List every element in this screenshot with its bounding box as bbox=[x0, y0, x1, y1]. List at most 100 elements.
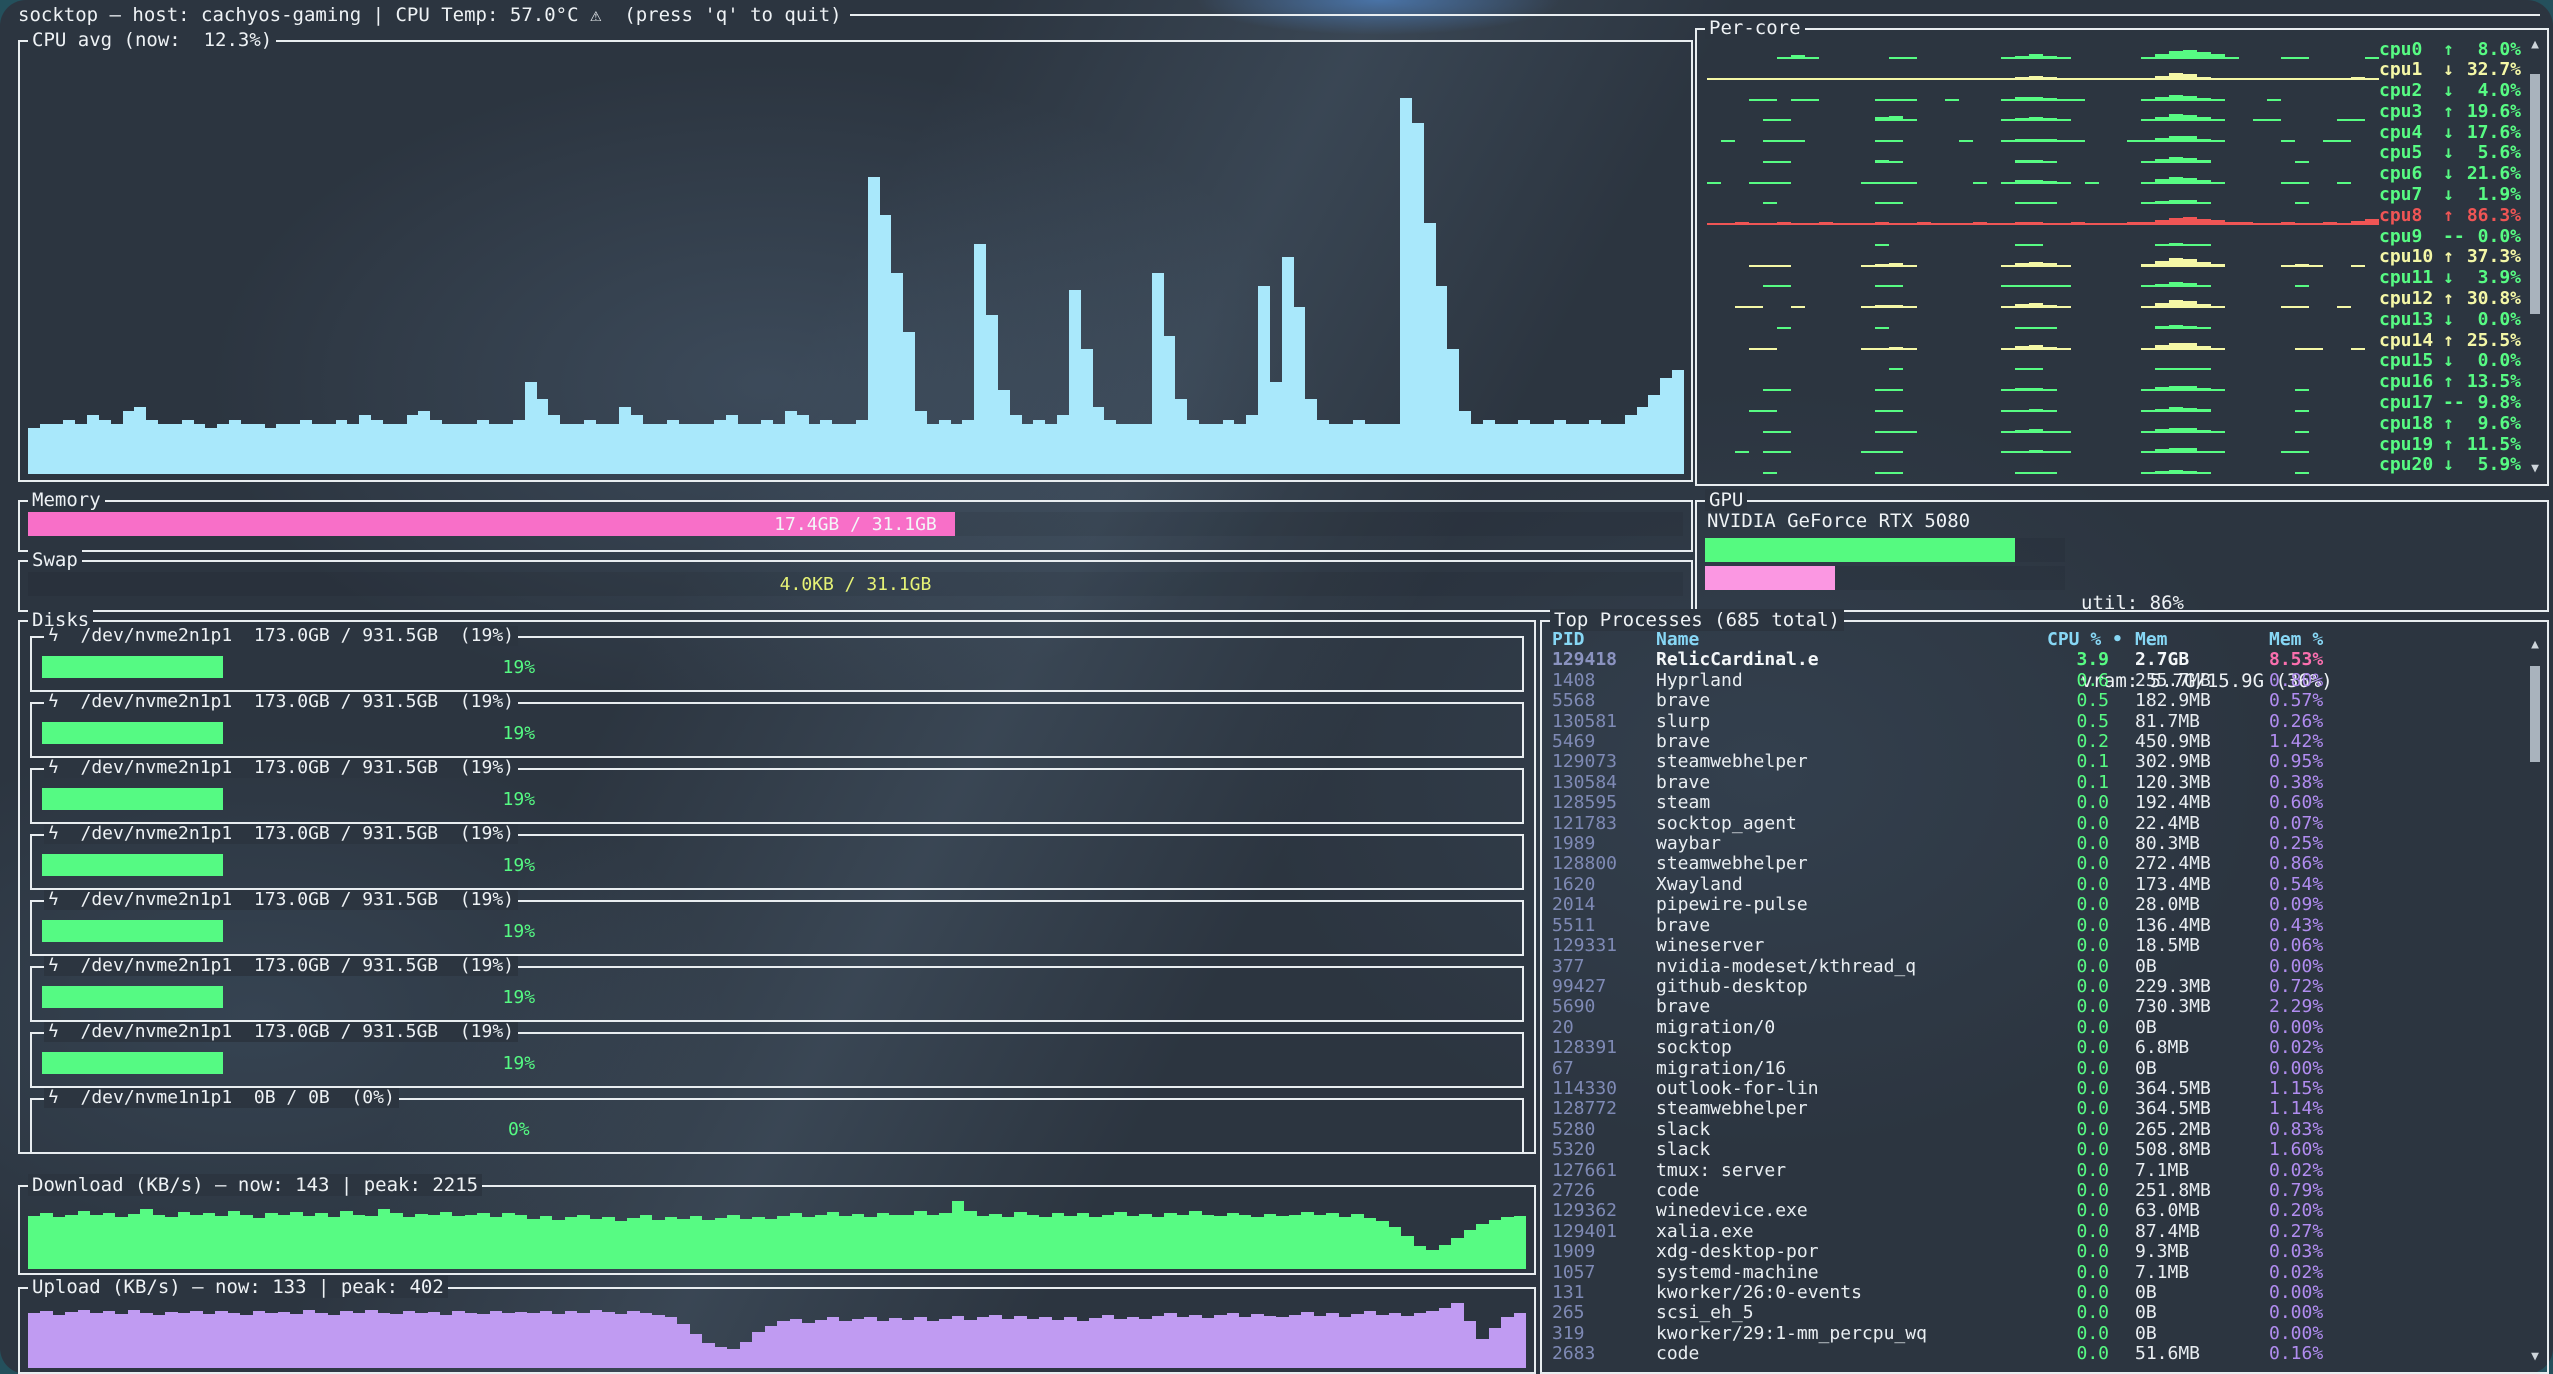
core-name: cpu5 bbox=[2379, 142, 2443, 163]
spark-bar bbox=[2029, 409, 2043, 412]
scroll-up-icon[interactable]: ▲ bbox=[2531, 638, 2539, 652]
history-bar bbox=[490, 1217, 502, 1269]
history-bar bbox=[52, 424, 64, 474]
scroll-up-icon[interactable]: ▲ bbox=[2531, 38, 2539, 52]
process-row[interactable]: 114330outlook-for-lin0.0364.5MB1.15% bbox=[1552, 1079, 2521, 1099]
core-label: cpu17--9.8% bbox=[2379, 393, 2521, 413]
process-row[interactable]: 129073steamwebhelper0.1302.9MB0.95% bbox=[1552, 752, 2521, 772]
cpu-column-header[interactable]: CPU % • bbox=[2047, 630, 2135, 650]
memory-gauge: 17.4GB / 31.1GB bbox=[28, 512, 1683, 536]
spark-bar bbox=[1987, 223, 2001, 225]
process-row[interactable]: 128800steamwebhelper0.0272.4MB0.86% bbox=[1552, 854, 2521, 874]
spark-bar bbox=[1889, 472, 1903, 474]
spark-bar bbox=[2043, 389, 2057, 391]
history-bar bbox=[1177, 1215, 1189, 1269]
process-row[interactable]: 1408Hyprland0.6255.7MB0.80% bbox=[1552, 671, 2521, 691]
history-bar bbox=[1495, 424, 1507, 474]
process-mem-percent: 0.09% bbox=[2269, 895, 2521, 915]
process-row[interactable]: 5280slack0.0265.2MB0.83% bbox=[1552, 1120, 2521, 1140]
process-row[interactable]: 5690brave0.0730.3MB2.29% bbox=[1552, 997, 2521, 1017]
history-bar bbox=[667, 420, 679, 474]
process-row[interactable]: 2726code0.0251.8MB0.79% bbox=[1552, 1181, 2521, 1201]
scrollbar-track[interactable] bbox=[2530, 652, 2540, 1350]
process-row[interactable]: 265scsi_eh_50.00B0.00% bbox=[1552, 1303, 2521, 1323]
process-row[interactable]: 319kworker/29:1-mm_percpu_wq0.00B0.00% bbox=[1552, 1324, 2521, 1344]
history-bar bbox=[655, 424, 667, 474]
scrollbar-thumb[interactable] bbox=[2530, 74, 2540, 314]
process-row[interactable]: 128391socktop0.06.8MB0.02% bbox=[1552, 1038, 2521, 1058]
core-name: cpu7 bbox=[2379, 184, 2443, 205]
process-row[interactable]: 121783socktop_agent0.022.4MB0.07% bbox=[1552, 814, 2521, 834]
pid-column-header[interactable]: PID bbox=[1552, 630, 1656, 650]
name-column-header[interactable]: Name bbox=[1656, 630, 2047, 650]
history-bar bbox=[1326, 1313, 1338, 1368]
scrollbar-track[interactable] bbox=[2530, 52, 2540, 462]
spark-bar bbox=[2295, 264, 2309, 266]
history-bar bbox=[1351, 1314, 1363, 1368]
history-bar bbox=[1276, 1216, 1288, 1269]
spark-bar bbox=[2071, 78, 2085, 80]
process-mem: 136.4MB bbox=[2135, 916, 2269, 936]
process-row[interactable]: 1057systemd-machine0.07.1MB0.02% bbox=[1552, 1263, 2521, 1283]
process-row[interactable]: 129362winedevice.exe0.063.0MB0.20% bbox=[1552, 1201, 2521, 1221]
disk-usage-gauge: 19% bbox=[42, 986, 996, 1008]
spark-bar bbox=[2155, 368, 2169, 370]
spark-bar bbox=[1875, 160, 1889, 163]
history-bar bbox=[1314, 1215, 1326, 1269]
process-pid: 129073 bbox=[1552, 752, 1656, 772]
process-row[interactable]: 128772steamwebhelper0.0364.5MB1.14% bbox=[1552, 1099, 2521, 1119]
process-row[interactable]: 1989waybar0.080.3MB0.25% bbox=[1552, 834, 2521, 854]
spark-bar bbox=[2197, 117, 2211, 121]
spark-bar bbox=[2085, 223, 2099, 225]
spark-bar bbox=[2197, 180, 2211, 183]
process-scrollbar[interactable]: ▲ ▼ bbox=[2527, 638, 2543, 1364]
process-row[interactable]: 5568brave0.5182.9MB0.57% bbox=[1552, 691, 2521, 711]
scroll-down-icon[interactable]: ▼ bbox=[2531, 1350, 2539, 1364]
history-bar bbox=[1189, 1315, 1201, 1368]
core-label: cpu20↓5.9% bbox=[2379, 455, 2521, 475]
scrollbar-thumb[interactable] bbox=[2530, 666, 2540, 762]
process-row[interactable]: 99427github-desktop0.0229.3MB0.72% bbox=[1552, 977, 2521, 997]
percore-scrollbar[interactable]: ▲ ▼ bbox=[2527, 38, 2543, 476]
mem-column-header[interactable]: Mem bbox=[2135, 630, 2269, 650]
process-row[interactable]: 130584brave0.1120.3MB0.38% bbox=[1552, 773, 2521, 793]
scroll-down-icon[interactable]: ▼ bbox=[2531, 462, 2539, 476]
spark-bar bbox=[2099, 223, 2113, 225]
process-row[interactable]: 20migration/00.00B0.00% bbox=[1552, 1018, 2521, 1038]
process-pid: 127661 bbox=[1552, 1161, 1656, 1181]
spark-bar bbox=[2281, 182, 2295, 184]
process-row[interactable]: 377nvidia-modeset/kthread_q0.00B0.00% bbox=[1552, 957, 2521, 977]
core-trend-icon: ↓ bbox=[2443, 309, 2461, 330]
history-bar bbox=[353, 1215, 365, 1269]
history-bar bbox=[1077, 1213, 1089, 1269]
spark-bar bbox=[2015, 410, 2029, 412]
process-row[interactable]: 5320slack0.0508.8MB1.60% bbox=[1552, 1140, 2521, 1160]
process-cpu: 0.5 bbox=[2047, 691, 2135, 711]
history-bar bbox=[203, 1314, 215, 1368]
mem-percent-column-header[interactable]: Mem % bbox=[2269, 630, 2521, 650]
process-row[interactable]: 129418RelicCardinal.e3.92.7GB8.53% bbox=[1552, 650, 2521, 670]
process-row[interactable]: 67migration/160.00B0.00% bbox=[1552, 1059, 2521, 1079]
spark-bar bbox=[2029, 202, 2043, 204]
process-row[interactable]: 131kworker/26:0-events0.00B0.00% bbox=[1552, 1283, 2521, 1303]
spark-bar bbox=[2155, 449, 2169, 453]
core-name: cpu9 bbox=[2379, 226, 2443, 247]
process-row[interactable]: 127661tmux: server0.07.1MB0.02% bbox=[1552, 1161, 2521, 1181]
process-row[interactable]: 5469brave0.2450.9MB1.42% bbox=[1552, 732, 2521, 752]
process-row[interactable]: 2014pipewire-pulse0.028.0MB0.09% bbox=[1552, 895, 2521, 915]
process-row[interactable]: 128595steam0.0192.4MB0.60% bbox=[1552, 793, 2521, 813]
core-percent: 0.0% bbox=[2461, 226, 2521, 247]
process-row[interactable]: 129331wineserver0.018.5MB0.06% bbox=[1552, 936, 2521, 956]
process-row[interactable]: 2683code0.051.6MB0.16% bbox=[1552, 1344, 2521, 1364]
spark-bar bbox=[1903, 119, 1917, 122]
disk-gauge-label: 0% bbox=[42, 1118, 996, 1140]
core-label: cpu9--0.0% bbox=[2379, 226, 2521, 246]
process-row[interactable]: 5511brave0.0136.4MB0.43% bbox=[1552, 916, 2521, 936]
process-row[interactable]: 130581slurp0.581.7MB0.26% bbox=[1552, 712, 2521, 732]
spark-bar bbox=[2155, 159, 2169, 163]
history-bar bbox=[815, 1215, 827, 1269]
spark-bar bbox=[1763, 285, 1777, 287]
process-row[interactable]: 1909xdg-desktop-por0.09.3MB0.03% bbox=[1552, 1242, 2521, 1262]
process-row[interactable]: 1620Xwayland0.0173.4MB0.54% bbox=[1552, 875, 2521, 895]
process-row[interactable]: 129401xalia.exe0.087.4MB0.27% bbox=[1552, 1222, 2521, 1242]
